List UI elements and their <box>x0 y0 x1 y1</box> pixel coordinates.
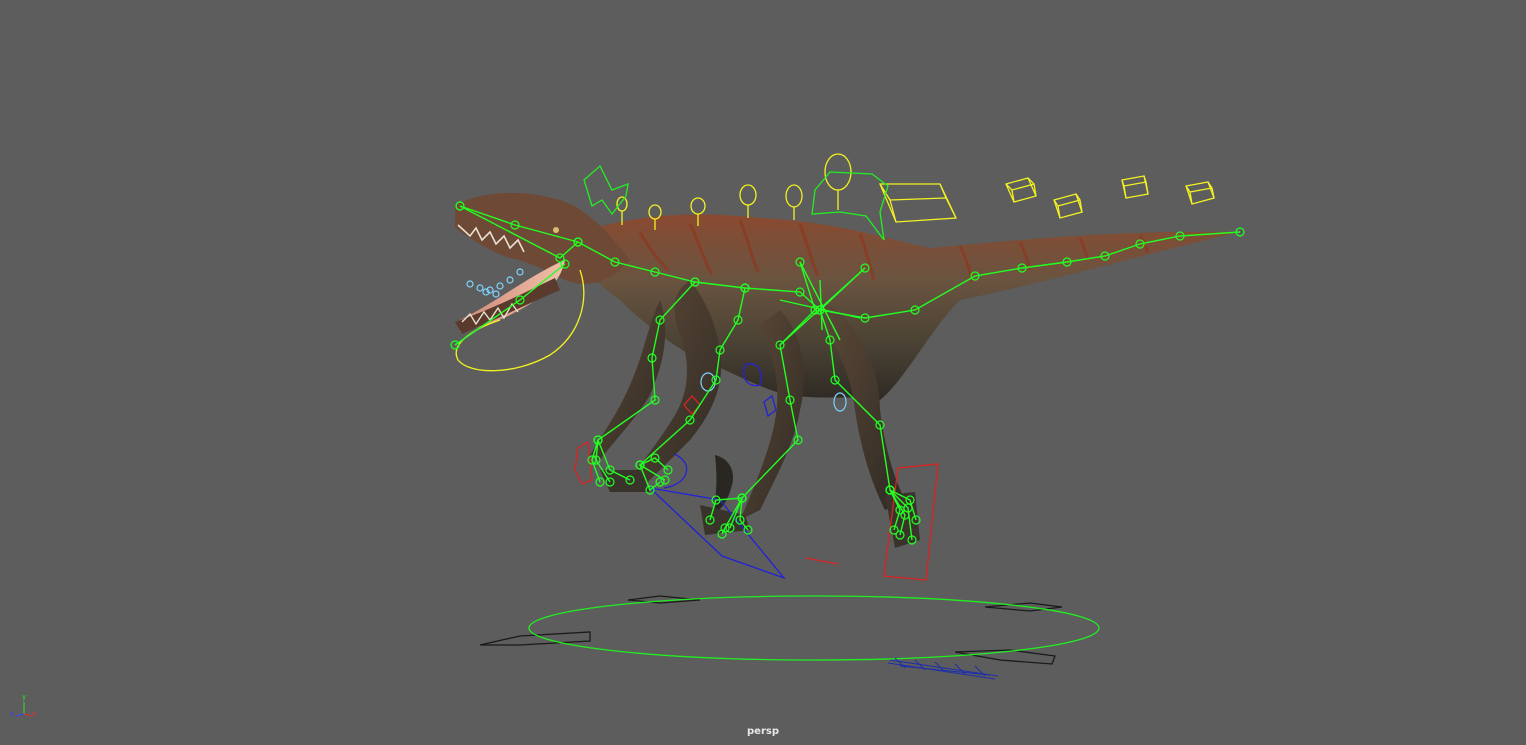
y-axis-label: y <box>22 693 27 701</box>
spine-lollipop-6[interactable] <box>824 153 852 210</box>
spine-lollipop-4[interactable] <box>739 184 757 218</box>
z-axis-line <box>15 713 25 717</box>
blue-hatch-shadow <box>887 657 999 680</box>
z-axis-label: z <box>10 710 14 718</box>
root-control-circle[interactable] <box>528 595 1100 661</box>
spine-lollipop-5[interactable] <box>785 184 803 220</box>
x-axis-label: x <box>32 710 37 718</box>
chest-control[interactable] <box>583 164 629 216</box>
foot-far <box>700 505 750 535</box>
scene-canvas[interactable] <box>0 0 1526 745</box>
camera-name-label: persp <box>747 726 779 737</box>
knee-pole-right[interactable] <box>805 557 839 565</box>
foot-near <box>885 492 920 548</box>
sickle-claw <box>712 455 734 515</box>
perspective-viewport[interactable]: y x z persp <box>0 0 1526 745</box>
ground-arrows[interactable] <box>479 595 1063 665</box>
x-axis-line <box>23 713 33 717</box>
hip-cube-control[interactable] <box>879 183 957 223</box>
tail-cube-3[interactable] <box>1121 175 1149 199</box>
elbow-pole-left[interactable] <box>763 394 777 418</box>
raptor-eye <box>553 227 559 233</box>
tail-cube-4[interactable] <box>1185 181 1215 205</box>
axis-gizmo: y x z <box>6 694 46 724</box>
tail-cube-2[interactable] <box>1053 193 1083 219</box>
tail-cube-1[interactable] <box>1005 177 1037 203</box>
